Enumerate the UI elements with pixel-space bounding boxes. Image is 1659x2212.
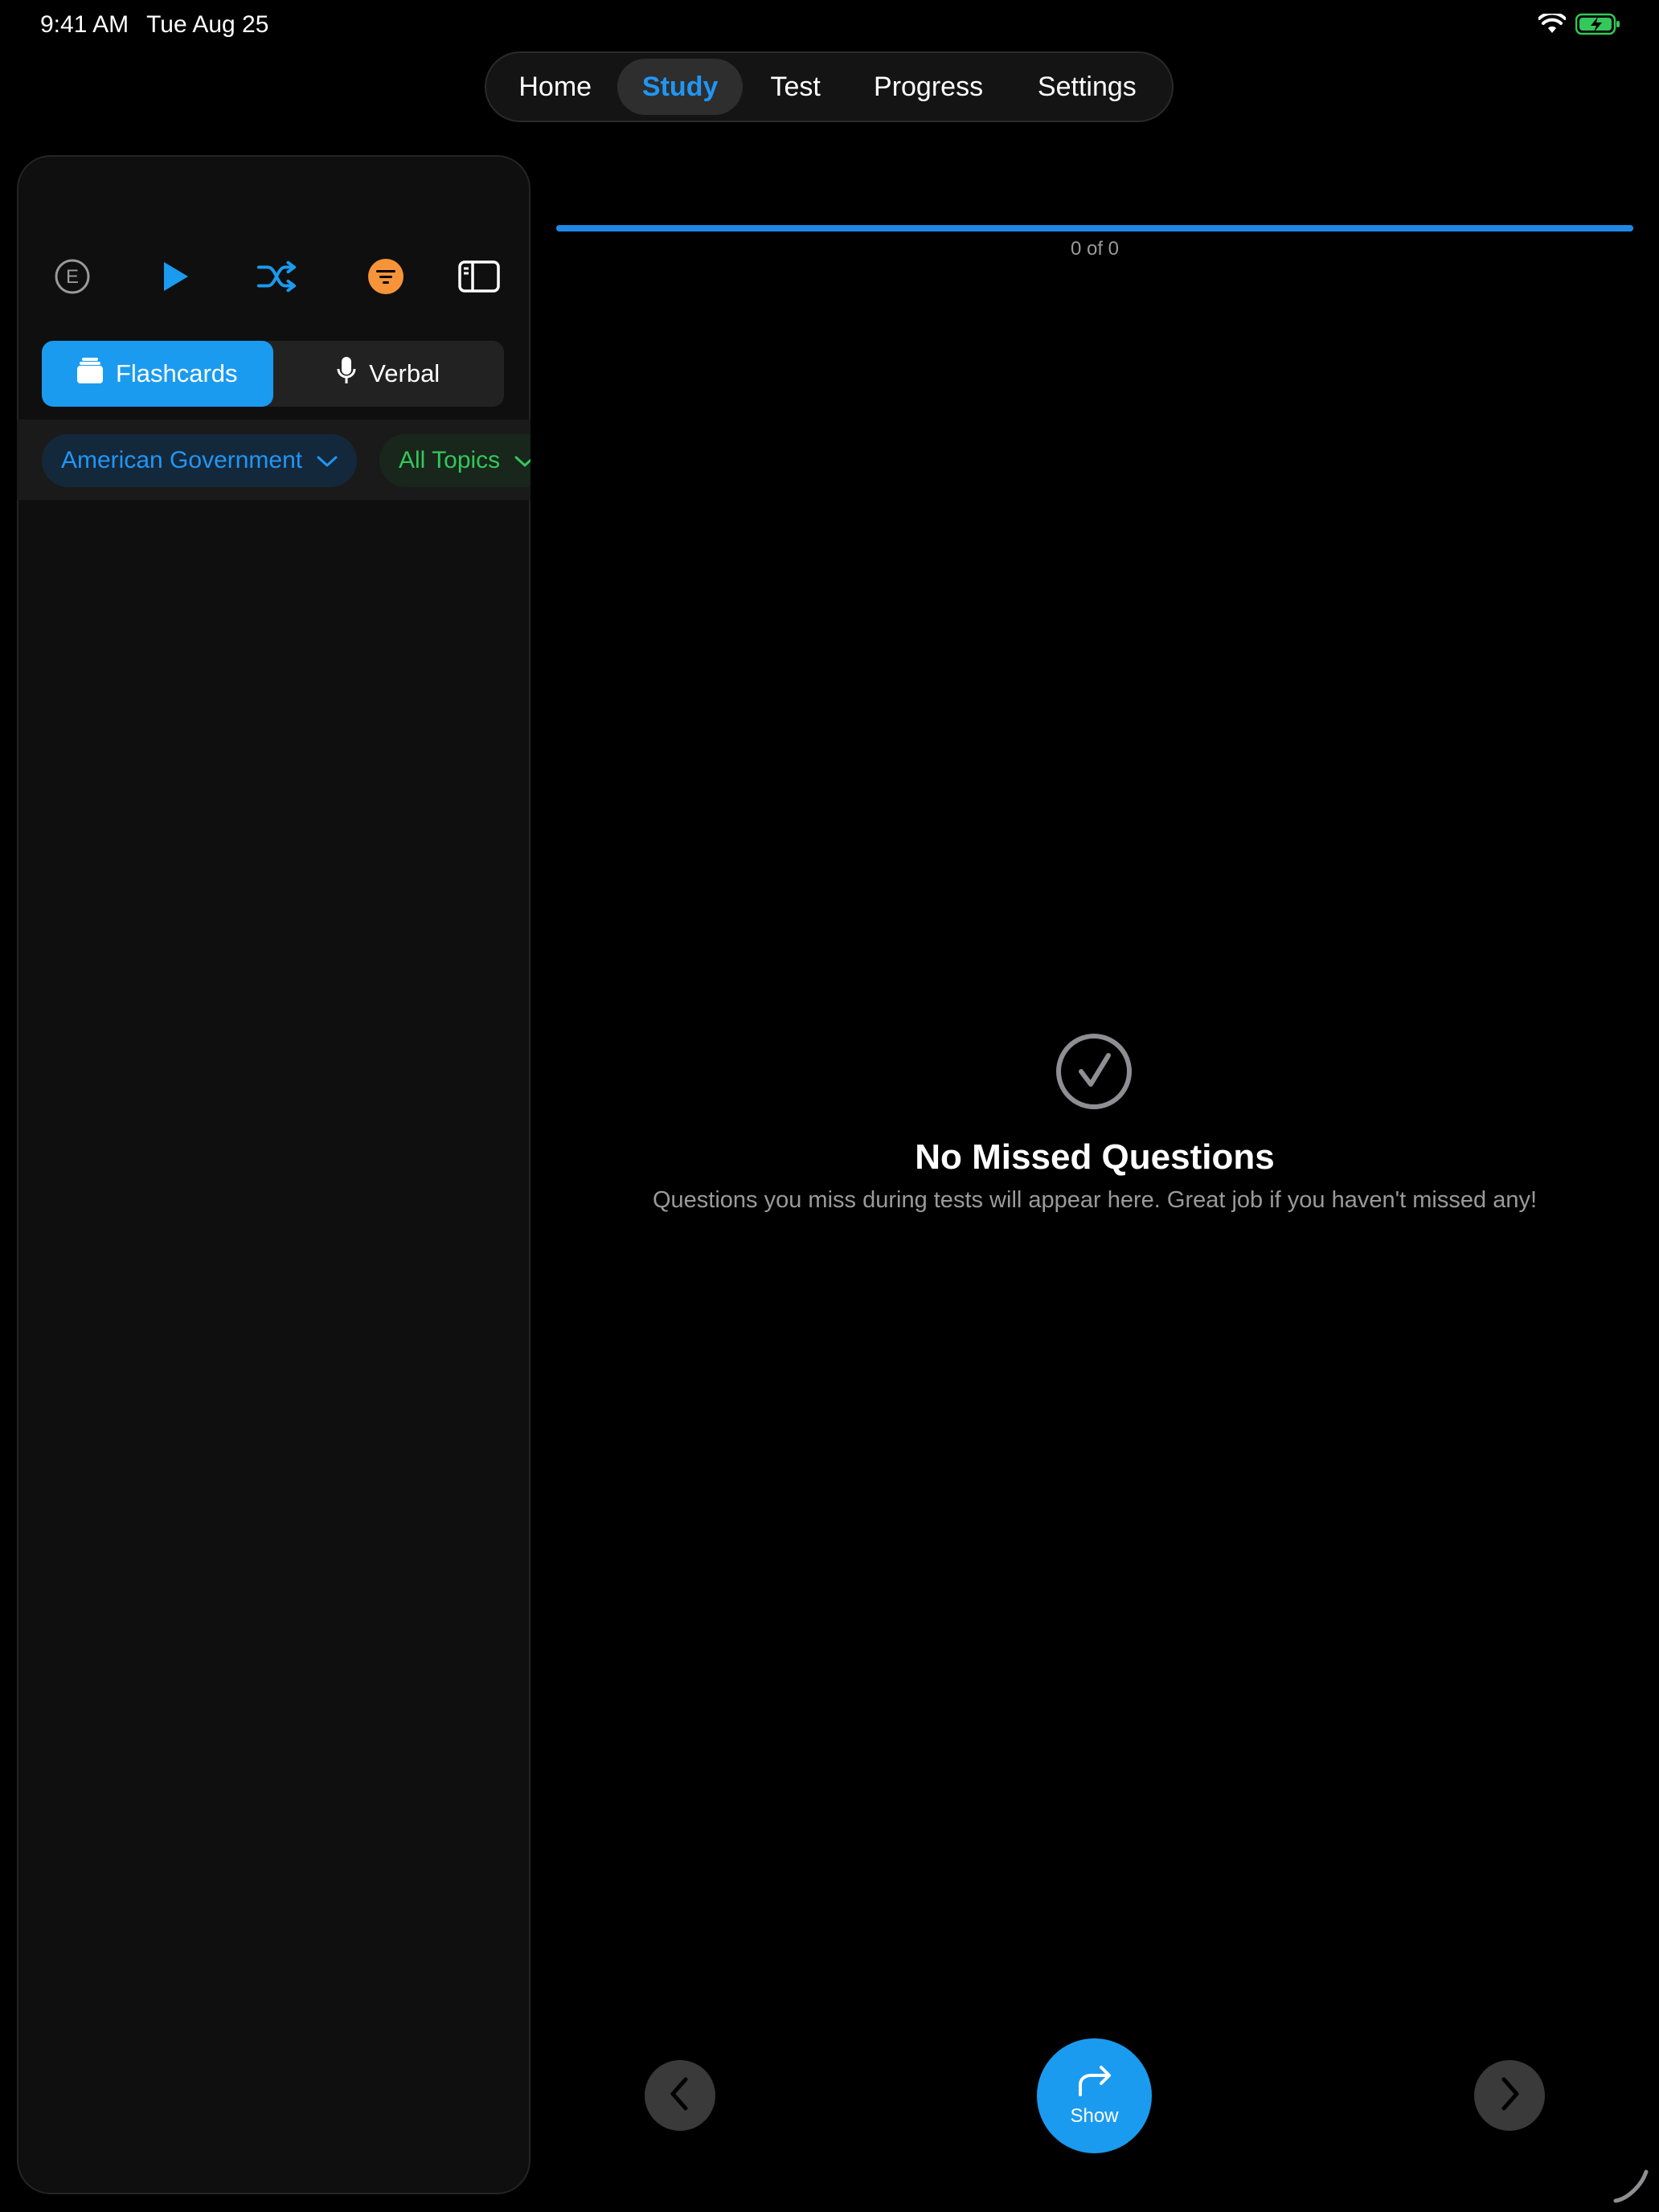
window-resize-handle[interactable]	[1611, 2165, 1651, 2206]
svg-text:E: E	[66, 266, 79, 288]
chevron-down-icon	[317, 447, 338, 474]
show-label: Show	[1070, 2105, 1119, 2127]
previous-card-button[interactable]	[645, 2060, 715, 2131]
status-time: 9:41 AM	[40, 11, 129, 38]
tab-settings[interactable]: Settings	[1009, 59, 1165, 115]
chevron-down-icon	[514, 447, 530, 474]
battery-icon	[1575, 13, 1620, 39]
empty-state-subtitle: Questions you miss during tests will app…	[652, 1187, 1538, 1213]
category-filter-chip[interactable]: American Government	[42, 434, 358, 487]
tab-home[interactable]: Home	[493, 59, 617, 115]
filter-icon[interactable]	[365, 256, 407, 297]
cards-icon	[76, 357, 103, 391]
checkmark-circle-icon	[1055, 1033, 1133, 1110]
topic-filter-chip[interactable]: All Topics	[379, 434, 530, 487]
chevron-right-icon	[1497, 2076, 1522, 2116]
tab-progress[interactable]: Progress	[848, 59, 1008, 115]
sidebar-toggle-icon[interactable]	[458, 256, 500, 297]
study-mode-picker: Flashcards Verbal	[42, 341, 504, 407]
filter-chip-row: American Government All Topics	[17, 420, 530, 500]
play-icon[interactable]	[154, 256, 196, 297]
progress-fill	[556, 225, 1633, 231]
top-tab-bar: Home Study Test Progress Settings	[485, 51, 1174, 122]
next-card-button[interactable]	[1474, 2060, 1545, 2131]
status-bar-time: 9:41 AM Tue Aug 25	[40, 11, 268, 39]
microphone-icon	[337, 356, 356, 391]
shuffle-icon[interactable]	[256, 256, 297, 297]
tab-test[interactable]: Test	[743, 59, 849, 115]
show-answer-button[interactable]: Show	[1037, 2038, 1152, 2153]
explicit-e-icon[interactable]: E	[51, 256, 93, 297]
tab-study[interactable]: Study	[617, 59, 743, 115]
flip-arrow-icon	[1075, 2064, 1114, 2102]
status-date: Tue Aug 25	[146, 11, 269, 38]
empty-state-title: No Missed Questions	[915, 1137, 1275, 1177]
chevron-left-icon	[668, 2076, 692, 2116]
progress-count: 0 of 0	[1070, 238, 1120, 260]
wifi-icon	[1538, 11, 1567, 39]
status-bar-indicators	[1538, 11, 1620, 39]
mode-verbal[interactable]: Verbal	[273, 341, 505, 407]
study-progress-bar	[556, 225, 1633, 231]
mode-flashcards[interactable]: Flashcards	[42, 341, 273, 407]
